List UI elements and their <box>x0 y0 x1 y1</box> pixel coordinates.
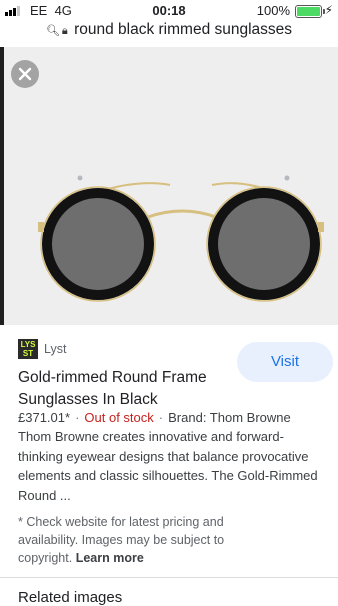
search-icon: 🔍︎ <box>45 25 60 37</box>
address-bar[interactable]: 🔍︎ 🔒︎ round black rimmed sunglasses <box>0 21 338 43</box>
lyst-logo-icon: LYS ST <box>18 339 38 359</box>
price: £371.01* <box>18 410 71 425</box>
visit-button[interactable]: Visit <box>237 342 333 382</box>
close-button[interactable] <box>11 60 39 88</box>
product-meta: £371.01* · Out of stock · Brand: Thom Browne <box>18 409 291 427</box>
image-edge <box>0 47 4 325</box>
lock-icon: 🔒︎ <box>61 25 68 37</box>
result-title[interactable]: Gold-rimmed Round Frame Sunglasses In Bl… <box>18 367 228 411</box>
related-images-heading: Related images <box>18 589 123 606</box>
stock-status: Out of stock <box>84 410 154 425</box>
disclaimer: * Check website for latest pricing and a… <box>18 515 225 565</box>
source-name: Lyst <box>44 342 67 356</box>
image-preview[interactable] <box>0 47 338 325</box>
search-query[interactable]: round black rimmed sunglasses <box>74 21 292 38</box>
product-description: Thom Browne creates innovative and forwa… <box>18 429 318 503</box>
battery-percent: 100% <box>256 3 290 18</box>
sunglasses-image <box>38 175 324 302</box>
brand: Brand: Thom Browne <box>168 410 291 425</box>
source-site[interactable]: LYS ST Lyst <box>18 338 66 360</box>
charging-icon: ⚡︎ <box>324 3 333 17</box>
separator: · <box>158 410 164 425</box>
status-bar: EE 4G 00:18 100% ⚡︎ <box>0 0 338 22</box>
battery-icon <box>295 5 325 18</box>
learn-more-link[interactable]: Learn more <box>76 551 144 565</box>
divider <box>0 577 338 578</box>
separator: · <box>75 410 80 425</box>
close-icon <box>18 67 32 81</box>
